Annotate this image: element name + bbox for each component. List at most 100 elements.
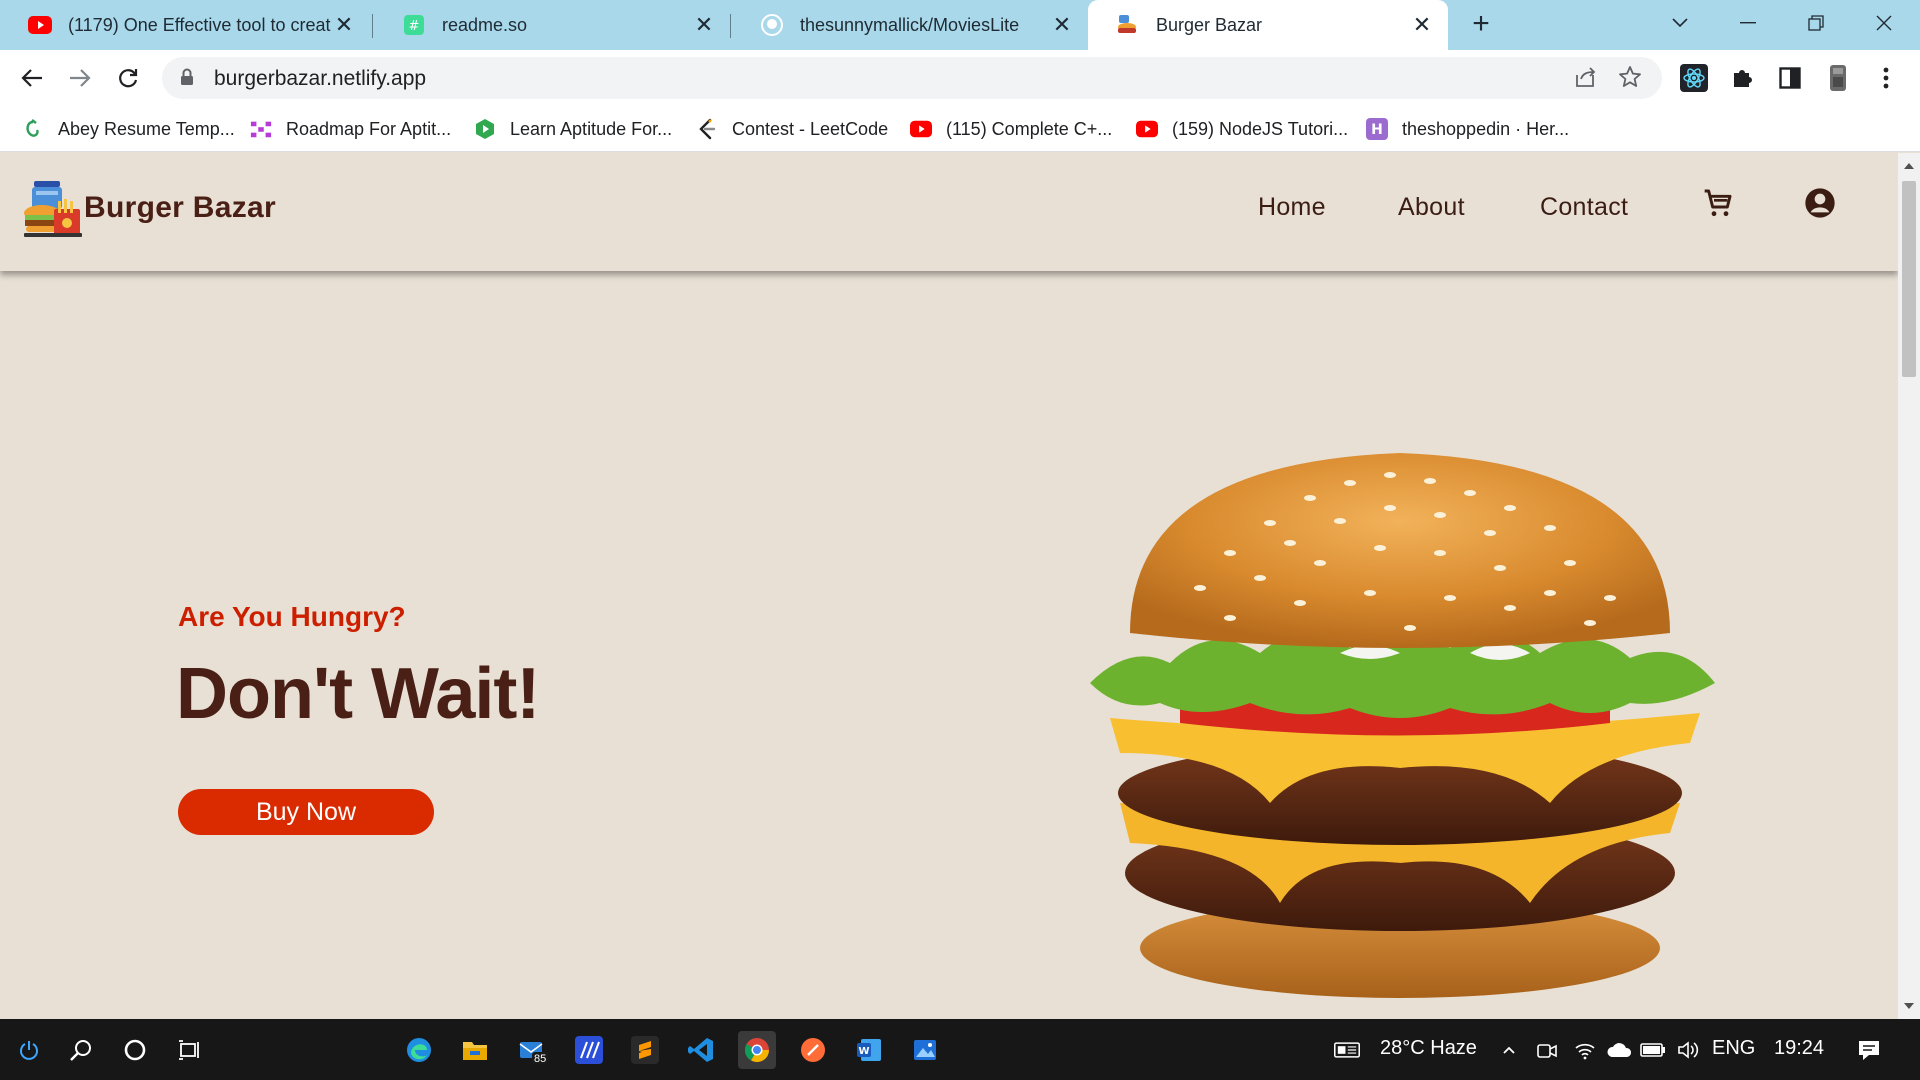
roadmap-icon xyxy=(250,118,272,140)
chrome-menu-icon[interactable] xyxy=(1870,62,1902,94)
wifi-icon[interactable] xyxy=(1572,1037,1598,1063)
page-viewport: Burger Bazar Home About Contact Are You … xyxy=(0,153,1898,1019)
bookmark-label: (159) NodeJS Tutori... xyxy=(1172,118,1349,139)
scroll-down-icon[interactable] xyxy=(1904,1003,1914,1009)
bookmark-item[interactable]: (159) NodeJS Tutori... xyxy=(1136,116,1348,142)
back-icon[interactable] xyxy=(16,62,48,94)
side-panel-icon[interactable] xyxy=(1774,62,1806,94)
tab-label: readme.so xyxy=(442,14,528,35)
bookmark-item[interactable]: Abey Resume Temp... xyxy=(22,116,235,142)
hero-burger-image xyxy=(1090,453,1715,998)
task-view-icon[interactable] xyxy=(172,1033,206,1067)
heroku-icon: H xyxy=(1366,118,1388,140)
cart-icon[interactable] xyxy=(1702,187,1734,219)
address-bar[interactable]: burgerbazar.netlify.app xyxy=(162,57,1662,99)
mail-icon[interactable]: 85 xyxy=(514,1031,552,1069)
tab-readme[interactable]: # readme.so ✕ xyxy=(374,0,730,50)
svg-text:#: # xyxy=(409,19,420,34)
profile-avatar[interactable] xyxy=(1822,62,1854,94)
clock[interactable]: 19:24 xyxy=(1774,1037,1824,1060)
reload-icon[interactable] xyxy=(112,62,144,94)
tab-strip: (1179) One Effective tool to creat ✕ # r… xyxy=(0,0,1920,50)
postman-icon[interactable] xyxy=(794,1031,832,1069)
bookmark-label: Contest - LeetCode xyxy=(732,118,889,139)
forward-icon[interactable] xyxy=(64,62,96,94)
nav-about-link[interactable]: About xyxy=(1398,193,1465,222)
bookmark-item[interactable]: Learn Aptitude For... xyxy=(474,116,672,142)
tab-burger-bazar[interactable]: Burger Bazar ✕ xyxy=(1088,0,1448,50)
extensions-puzzle-icon[interactable] xyxy=(1726,62,1758,94)
bookmarks-bar: Abey Resume Temp... Roadmap For Aptit...… xyxy=(0,106,1920,152)
chrome-icon[interactable] xyxy=(738,1031,776,1069)
power-icon[interactable] xyxy=(12,1033,46,1067)
bookmark-star-icon[interactable] xyxy=(1618,65,1642,94)
burger-bazar-logo[interactable] xyxy=(22,179,84,241)
youtube-icon xyxy=(1136,118,1158,140)
tab-separator xyxy=(372,14,373,38)
page-scrollbar[interactable] xyxy=(1898,153,1920,1019)
news-weather-icon[interactable] xyxy=(1334,1037,1360,1063)
search-icon[interactable] xyxy=(64,1033,98,1067)
bookmark-label: (115) Complete C+... xyxy=(946,118,1113,139)
sublime-text-icon[interactable] xyxy=(626,1031,664,1069)
bookmark-item[interactable]: Contest - LeetCode xyxy=(696,116,888,142)
scrollbar-thumb[interactable] xyxy=(1902,181,1916,377)
scroll-up-icon[interactable] xyxy=(1904,163,1914,169)
onedrive-icon[interactable] xyxy=(1606,1037,1632,1063)
notifications-icon[interactable] xyxy=(1856,1037,1882,1063)
burger-favicon-icon xyxy=(1116,13,1140,37)
app-icon[interactable] xyxy=(570,1031,608,1069)
volume-icon[interactable] xyxy=(1676,1037,1702,1063)
user-account-icon[interactable] xyxy=(1804,187,1836,219)
site-navbar: Burger Bazar Home About Contact xyxy=(0,153,1898,271)
tab-separator xyxy=(730,14,731,38)
mail-badge: 85 xyxy=(534,1053,547,1065)
language-indicator[interactable]: ENG xyxy=(1712,1037,1755,1060)
tab-label: (1179) One Effective tool to creat xyxy=(68,14,331,35)
bookmark-label: Learn Aptitude For... xyxy=(510,118,673,139)
aptitude-icon xyxy=(474,118,496,140)
restore-icon[interactable] xyxy=(1796,8,1836,38)
github-icon xyxy=(760,13,784,37)
show-hidden-icons-icon[interactable] xyxy=(1496,1037,1522,1063)
bookmark-item[interactable]: Roadmap For Aptit... xyxy=(250,116,451,142)
bookmark-label: theshoppedin · Her... xyxy=(1402,118,1570,139)
battery-icon[interactable] xyxy=(1640,1037,1666,1063)
tab-youtube[interactable]: (1179) One Effective tool to creat ✕ xyxy=(0,0,370,50)
bookmark-item[interactable]: H theshoppedin · Her... xyxy=(1366,116,1569,142)
file-explorer-icon[interactable] xyxy=(456,1031,494,1069)
close-tab-icon[interactable]: ✕ xyxy=(1410,12,1434,37)
weather-text[interactable]: 28°C Haze xyxy=(1380,1037,1477,1060)
browser-toolbar: burgerbazar.netlify.app xyxy=(0,50,1920,106)
address-url[interactable]: burgerbazar.netlify.app xyxy=(214,67,426,91)
react-devtools-icon[interactable] xyxy=(1678,62,1710,94)
bookmark-label: Roadmap For Aptit... xyxy=(286,118,452,139)
cortana-icon[interactable] xyxy=(118,1033,152,1067)
nav-contact-link[interactable]: Contact xyxy=(1540,193,1628,222)
close-tab-icon[interactable]: ✕ xyxy=(332,12,356,37)
hero-headline: Don't Wait! xyxy=(176,654,540,734)
vscode-icon[interactable] xyxy=(682,1031,720,1069)
leetcode-icon xyxy=(696,118,718,140)
windows-taskbar: 85 W 28°C Haze ENG 19:24 xyxy=(0,1019,1920,1080)
tab-github[interactable]: thesunnymallick/MoviesLite ✕ xyxy=(732,0,1088,50)
close-tab-icon[interactable]: ✕ xyxy=(692,12,716,37)
buy-now-button[interactable]: Buy Now xyxy=(178,789,434,835)
tab-search-chevron-icon[interactable] xyxy=(1660,8,1700,38)
readme-icon: # xyxy=(402,13,426,37)
youtube-icon xyxy=(28,13,52,37)
meet-now-icon[interactable] xyxy=(1534,1037,1560,1063)
close-window-icon[interactable] xyxy=(1864,8,1904,38)
photos-icon[interactable] xyxy=(906,1031,944,1069)
close-tab-icon[interactable]: ✕ xyxy=(1050,12,1074,37)
share-icon[interactable] xyxy=(1574,66,1598,93)
minimize-icon[interactable] xyxy=(1728,8,1768,38)
lock-icon[interactable] xyxy=(180,68,194,91)
bookmark-item[interactable]: (115) Complete C+... xyxy=(910,116,1112,142)
word-icon[interactable]: W xyxy=(850,1031,888,1069)
nav-home-link[interactable]: Home xyxy=(1258,193,1326,222)
new-tab-button[interactable]: + xyxy=(1466,9,1496,40)
edge-icon[interactable] xyxy=(400,1031,438,1069)
tab-label: thesunnymallick/MoviesLite xyxy=(800,14,1020,35)
brand-name[interactable]: Burger Bazar xyxy=(84,191,276,225)
